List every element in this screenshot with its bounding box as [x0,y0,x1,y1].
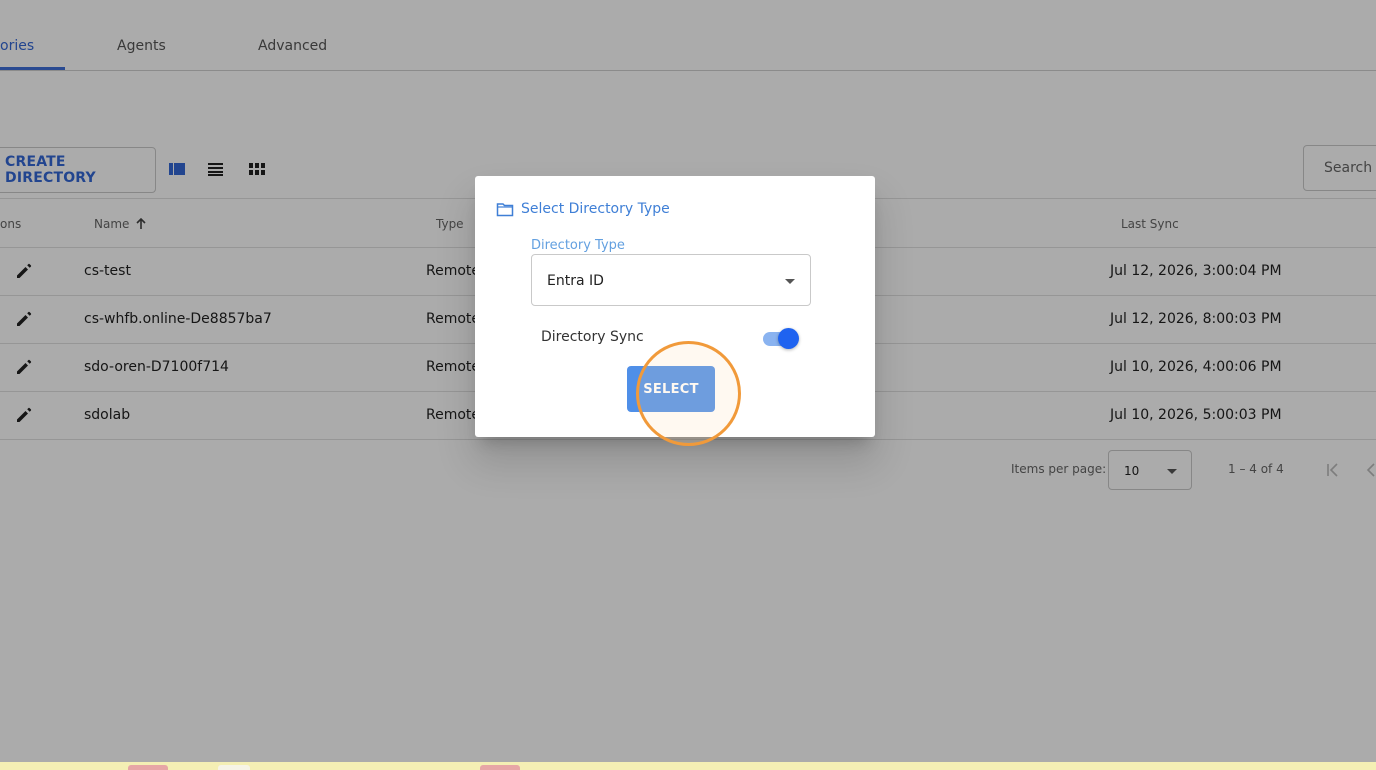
select-directory-type-dialog: Select Directory Type Directory Type Ent… [475,176,875,437]
select-button[interactable]: SELECT [627,366,715,412]
dialog-title: Select Directory Type [496,201,670,217]
taskbar [0,762,1376,770]
folder-icon [496,202,514,216]
directory-type-select[interactable]: Entra ID [531,254,811,306]
directory-type-label: Directory Type [531,238,625,253]
directory-sync-toggle[interactable] [763,328,799,349]
taskbar-app-icon[interactable] [128,765,168,770]
dialog-title-text: Select Directory Type [521,201,670,217]
directory-type-value: Entra ID [547,273,604,289]
toggle-thumb [778,328,799,349]
taskbar-app-icon[interactable] [218,765,250,770]
directory-sync-label: Directory Sync [541,329,644,345]
chevron-down-icon [785,279,795,284]
taskbar-app-icon[interactable] [480,765,520,770]
